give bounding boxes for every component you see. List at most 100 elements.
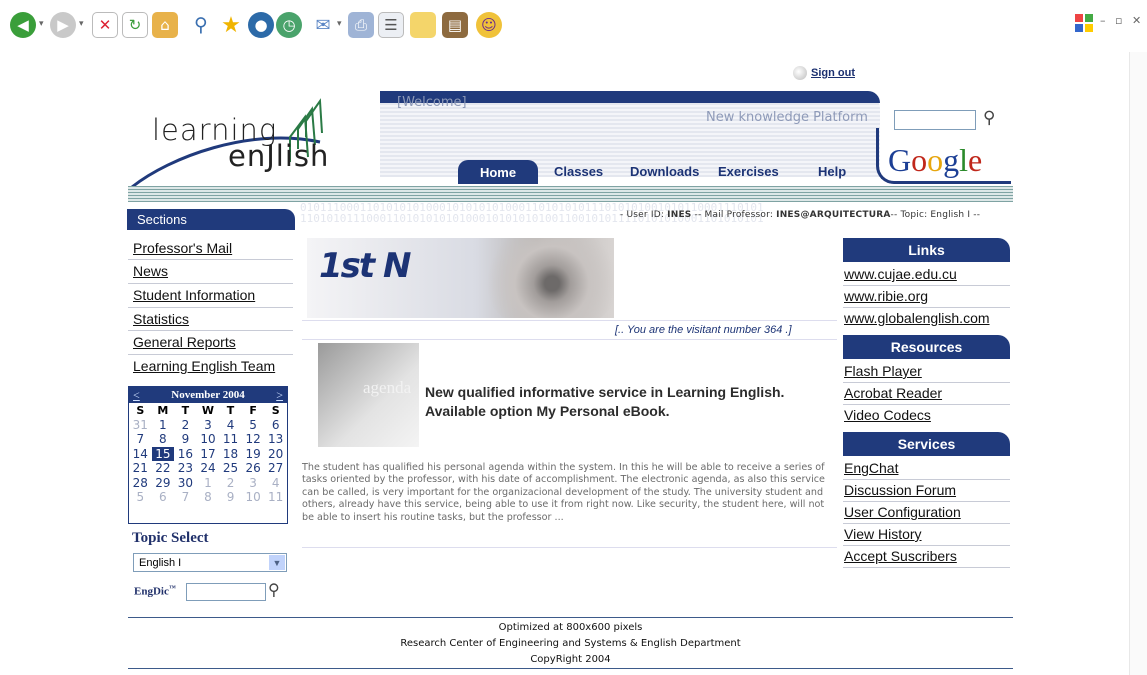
service-discussion-forum[interactable]: Discussion Forum [844,482,956,498]
edit-icon[interactable]: ☰ [378,12,404,38]
history-icon[interactable]: ◷ [276,12,302,38]
calendar-day[interactable]: 8 [197,490,220,505]
calendar-day[interactable]: 3 [242,476,265,491]
service-accept-suscribers[interactable]: Accept Suscribers [844,548,957,564]
mail-dropdown-icon[interactable]: ▾ [337,19,342,29]
calendar-day[interactable]: 5 [242,418,265,433]
service-view-history[interactable]: View History [844,526,922,542]
calendar-week: 7 8 9 10 11 12 13 [129,432,287,447]
calendar-day[interactable]: 1 [197,476,220,491]
calendar-day[interactable]: 3 [197,418,220,433]
calendar-day[interactable]: 18 [219,447,242,462]
service-engchat[interactable]: EngChat [844,460,898,476]
calendar-next-button[interactable]: > [276,388,283,403]
calendar-day[interactable]: 2 [219,476,242,491]
resource-video-codecs[interactable]: Video Codecs [844,407,931,423]
back-dropdown-icon[interactable]: ▾ [39,19,44,29]
search-icon[interactable]: ⚲ [188,12,214,38]
resource-acrobat-reader[interactable]: Acrobat Reader [844,385,942,401]
calendar-day[interactable]: 26 [242,461,265,476]
tab-classes[interactable]: Classes [554,164,603,184]
calendar-day[interactable]: 2 [174,418,197,433]
calendar-day[interactable]: 25 [219,461,242,476]
calendar-day[interactable]: 4 [264,476,287,491]
media-icon[interactable]: ● [248,12,274,38]
tab-home[interactable]: Home [458,160,538,184]
calendar-day[interactable]: 8 [152,432,175,447]
tab-exercises[interactable]: Exercises [718,164,779,184]
calendar-day[interactable]: 23 [174,461,197,476]
calendar-day[interactable]: 7 [174,490,197,505]
sidebar-item-statistics[interactable]: Statistics [133,311,189,327]
footer-rule-bottom [128,668,1013,669]
calendar-day[interactable]: 14 [129,447,152,462]
calendar-day[interactable]: 31 [129,418,152,433]
engdic-input[interactable] [186,583,266,601]
tab-help[interactable]: Help [818,164,846,184]
calendar-day[interactable]: 15 [151,446,175,461]
calendar-day[interactable]: 4 [219,418,242,433]
calendar-day[interactable]: 9 [219,490,242,505]
calendar-day[interactable]: 29 [152,476,175,491]
calendar-day[interactable]: 5 [129,490,152,505]
sign-out-link[interactable]: Sign out [793,66,855,80]
calendar-day[interactable]: 13 [264,432,287,447]
refresh-icon[interactable]: ↻ [122,12,148,38]
news-headline[interactable]: New qualified informative service in Lea… [425,383,784,421]
vertical-scrollbar[interactable] [1129,52,1147,675]
calendar-day[interactable]: 11 [219,432,242,447]
window-controls[interactable]: – ▫ ✕ [1100,14,1144,27]
calendar-day[interactable]: 7 [129,432,152,447]
magnifier-icon[interactable]: ⚲ [983,108,995,128]
chevron-down-icon[interactable]: ▼ [269,555,285,570]
sidebar-item-general-reports[interactable]: General Reports [133,334,236,350]
google-search-input[interactable] [894,110,976,130]
calendar-day[interactable]: 10 [242,490,265,505]
resource-flash-player[interactable]: Flash Player [844,363,922,379]
print-icon[interactable]: ⎙ [348,12,374,38]
messenger-icon[interactable]: ☺ [476,12,502,38]
calendar-day[interactable]: 20 [264,447,287,462]
sidebar-item-professors-mail[interactable]: Professor's Mail [133,240,232,256]
calendar-header: < November 2004 > [129,387,287,403]
tab-downloads[interactable]: Downloads [630,164,699,184]
calendar-day[interactable]: 12 [242,432,265,447]
calendar-day[interactable]: 10 [197,432,220,447]
calendar-day[interactable]: 11 [264,490,287,505]
calendar-day[interactable]: 28 [129,476,152,491]
calendar-prev-button[interactable]: < [133,388,140,403]
forward-dropdown-icon[interactable]: ▾ [79,19,84,29]
sidebar-item-news[interactable]: News [133,263,168,279]
discuss-icon[interactable] [410,12,436,38]
sidebar-item-student-information[interactable]: Student Information [133,287,255,303]
sidebar-item-learning-english-team[interactable]: Learning English Team [133,358,275,374]
research-icon[interactable]: ▤ [442,12,468,38]
forward-icon[interactable]: ▶ [50,12,76,38]
link-globalenglish[interactable]: www.globalenglish.com [844,310,990,326]
topic-select-title: Topic Select [132,530,209,546]
service-user-configuration[interactable]: User Configuration [844,504,961,520]
engdic-search-icon[interactable]: ⚲ [268,580,280,600]
calendar-day[interactable]: 19 [242,447,265,462]
stop-icon[interactable]: ✕ [92,12,118,38]
calendar-day[interactable]: 1 [152,418,175,433]
calendar-day[interactable]: 16 [174,447,197,462]
calendar-day[interactable]: 9 [174,432,197,447]
footer-rule-top [128,617,1013,618]
topic-select-dropdown[interactable]: English I ▼ [133,553,287,572]
calendar-day[interactable]: 6 [264,418,287,433]
calendar-day[interactable]: 21 [129,461,152,476]
calendar-day[interactable]: 17 [197,447,220,462]
calendar-day[interactable]: 22 [152,461,175,476]
calendar-day[interactable]: 27 [264,461,287,476]
favorites-icon[interactable]: ★ [218,12,244,38]
link-cujae[interactable]: www.cujae.edu.cu [844,266,957,282]
back-icon[interactable]: ◀ [10,12,36,38]
mail-icon[interactable]: ✉ [310,12,336,38]
link-ribie[interactable]: www.ribie.org [844,288,928,304]
calendar-day[interactable]: 6 [152,490,175,505]
calendar-weekday: T [181,403,190,417]
calendar-day[interactable]: 30 [174,476,197,491]
calendar-day[interactable]: 24 [197,461,220,476]
home-icon[interactable]: ⌂ [152,12,178,38]
